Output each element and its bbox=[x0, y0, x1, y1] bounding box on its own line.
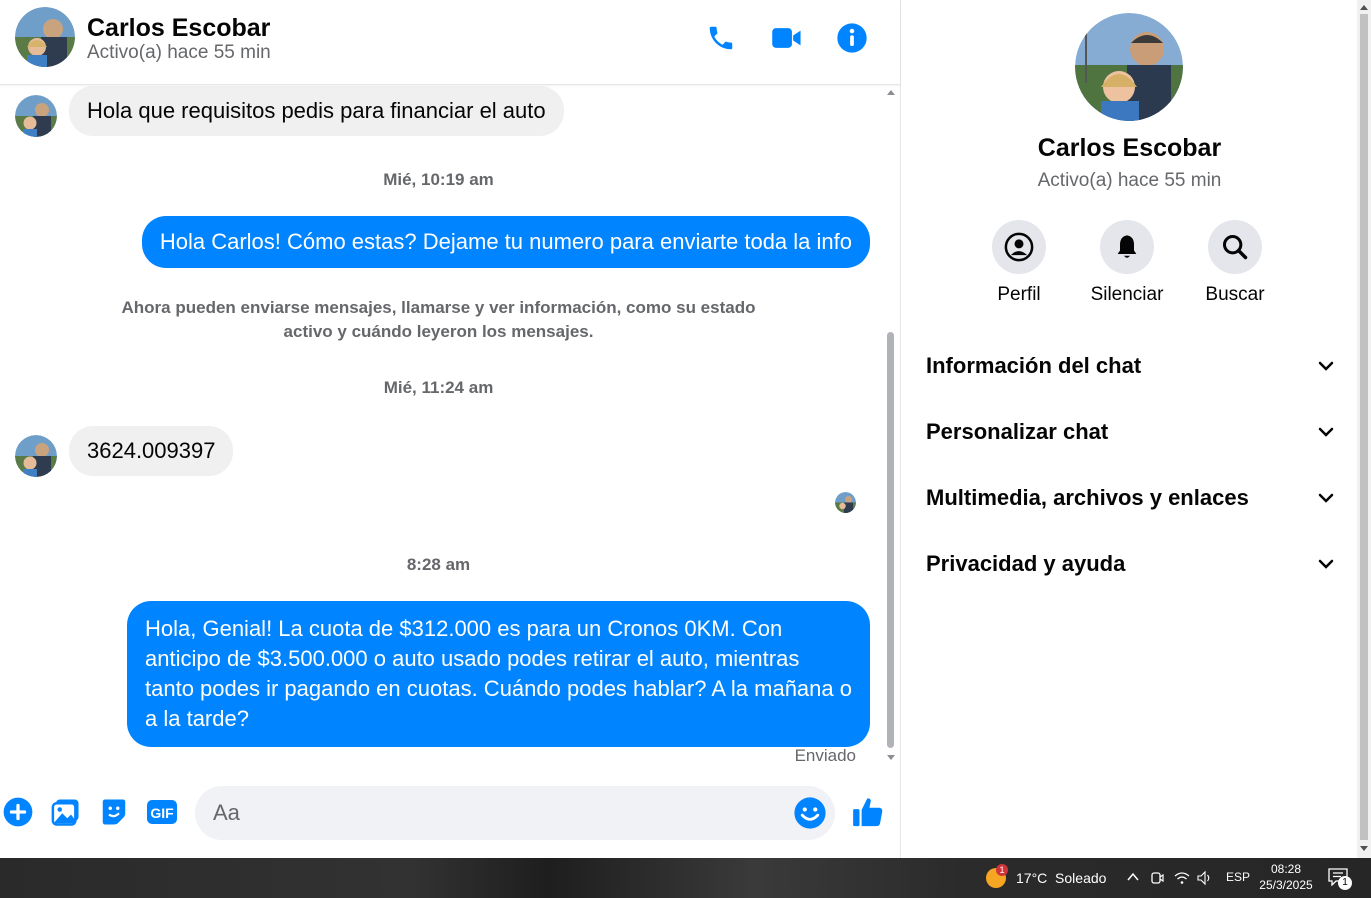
contact-avatar[interactable] bbox=[15, 7, 75, 67]
scroll-up-arrow-icon[interactable] bbox=[886, 88, 896, 96]
meet-now-button[interactable] bbox=[1150, 870, 1164, 886]
chat-header: Carlos Escobar Activo(a) hace 55 min bbox=[0, 0, 900, 85]
input-language[interactable]: ESP bbox=[1226, 870, 1250, 884]
weather-text: 17°C Soleado bbox=[1016, 870, 1107, 886]
like-button[interactable] bbox=[850, 794, 886, 830]
scroll-down-arrow-icon[interactable] bbox=[886, 754, 896, 762]
attach-image-button[interactable] bbox=[48, 794, 84, 830]
scroll-thumb[interactable] bbox=[1360, 14, 1368, 840]
info-icon bbox=[837, 23, 867, 53]
speaker-icon bbox=[1197, 870, 1210, 886]
sender-avatar[interactable] bbox=[15, 95, 57, 137]
outgoing-message[interactable]: Hola Carlos! Cómo estas? Dejame tu numer… bbox=[141, 216, 870, 268]
contact-status: Activo(a) hace 55 min bbox=[87, 42, 271, 63]
clock[interactable]: 08:28 25/3/2025 bbox=[1258, 861, 1314, 893]
chevron-up-icon bbox=[1127, 872, 1139, 881]
volume-button[interactable] bbox=[1197, 870, 1213, 886]
system-notice: Ahora pueden enviarse mensajes, llamarse… bbox=[121, 298, 756, 341]
message-timestamp: Mié, 11:24 am bbox=[383, 378, 494, 397]
sticker-button[interactable] bbox=[96, 794, 132, 830]
profile-action-label: Perfil bbox=[997, 284, 1041, 305]
scroll-thumb[interactable] bbox=[887, 332, 894, 748]
chat-info-section[interactable]: Información del chat bbox=[926, 341, 1336, 391]
section-label: Información del chat bbox=[926, 353, 1142, 378]
weather-widget[interactable]: 1 17°C Soleado bbox=[985, 864, 1107, 889]
mute-action-label: Silenciar bbox=[1090, 284, 1164, 305]
call-button[interactable] bbox=[703, 20, 739, 56]
wifi-icon bbox=[1174, 872, 1190, 884]
profile-action-button[interactable]: Perfil bbox=[974, 220, 1064, 306]
weather-badge: 1 bbox=[996, 864, 1008, 876]
search-action-label: Buscar bbox=[1205, 284, 1265, 305]
mute-action-button[interactable]: Silenciar bbox=[1082, 220, 1172, 306]
message-input[interactable] bbox=[213, 796, 773, 830]
scroll-up-arrow-icon[interactable] bbox=[1360, 3, 1368, 11]
search-icon bbox=[1222, 234, 1248, 260]
seen-avatar bbox=[835, 492, 856, 513]
notification-count: 1 bbox=[1338, 876, 1352, 890]
chat-info-button[interactable] bbox=[834, 20, 870, 56]
conversation-info-panel: Carlos Escobar Activo(a) hace 55 min Per… bbox=[902, 0, 1357, 858]
scroll-down-arrow-icon[interactable] bbox=[1360, 845, 1368, 853]
incoming-message[interactable]: 3624.009397 bbox=[69, 426, 234, 476]
gif-icon: GIF bbox=[147, 800, 177, 824]
smiley-icon bbox=[794, 797, 826, 829]
page-scrollbar[interactable] bbox=[1357, 0, 1371, 858]
bell-icon bbox=[1117, 235, 1137, 258]
phone-icon bbox=[709, 26, 733, 50]
emoji-button[interactable] bbox=[793, 796, 827, 830]
chevron-down-icon bbox=[1318, 427, 1334, 437]
network-button[interactable] bbox=[1174, 870, 1190, 886]
contact-profile-photo[interactable] bbox=[1075, 13, 1183, 121]
clock-time: 08:28 bbox=[1270, 862, 1302, 876]
profile-icon bbox=[1004, 232, 1034, 262]
video-camera-icon bbox=[772, 28, 801, 48]
contact-name[interactable]: Carlos Escobar bbox=[87, 14, 270, 43]
notifications-button[interactable]: 1 bbox=[1328, 868, 1352, 890]
windows-taskbar: 1 17°C Soleado ESP 08:28 25/3/2025 1 bbox=[0, 858, 1371, 898]
profile-status: Activo(a) hace 55 min bbox=[1037, 170, 1222, 191]
chat-window: Carlos Escobar Activo(a) hace 55 min Hol… bbox=[0, 0, 901, 858]
gif-label: GIF bbox=[150, 805, 174, 821]
sticker-icon bbox=[102, 799, 126, 825]
camera-icon bbox=[1151, 872, 1164, 884]
message-input-container[interactable] bbox=[195, 786, 835, 840]
thumbs-up-icon bbox=[853, 798, 883, 827]
show-hidden-icons-button[interactable] bbox=[1126, 870, 1140, 884]
message-composer: GIF bbox=[0, 772, 900, 858]
sent-receipt: Enviado bbox=[794, 746, 856, 765]
outgoing-message[interactable]: Hola, Genial! La cuota de $312.000 es pa… bbox=[127, 601, 870, 747]
customize-chat-section[interactable]: Personalizar chat bbox=[926, 407, 1336, 457]
message-timestamp: Mié, 10:19 am bbox=[383, 170, 494, 189]
privacy-support-section[interactable]: Privacidad y ayuda bbox=[926, 539, 1336, 589]
message-timestamp: 8:28 am bbox=[406, 555, 471, 574]
clock-date: 25/3/2025 bbox=[1259, 878, 1313, 892]
profile-name: Carlos Escobar bbox=[1037, 134, 1222, 162]
chat-scrollbar[interactable] bbox=[885, 86, 897, 772]
gif-button[interactable]: GIF bbox=[144, 794, 180, 830]
chevron-down-icon bbox=[1318, 493, 1334, 503]
incoming-message[interactable]: Hola que requisitos pedis para financiar… bbox=[69, 86, 564, 136]
plus-icon bbox=[3, 797, 33, 827]
more-actions-button[interactable] bbox=[0, 794, 36, 830]
section-label: Privacidad y ayuda bbox=[926, 551, 1126, 576]
search-action-button[interactable]: Buscar bbox=[1190, 220, 1280, 306]
section-label: Multimedia, archivos y enlaces bbox=[926, 485, 1249, 510]
image-icon bbox=[51, 799, 79, 826]
chevron-down-icon bbox=[1318, 559, 1334, 569]
sender-avatar[interactable] bbox=[15, 435, 57, 477]
message-list[interactable]: Hola que requisitos pedis para financiar… bbox=[0, 86, 885, 772]
section-label: Personalizar chat bbox=[926, 419, 1109, 444]
media-files-links-section[interactable]: Multimedia, archivos y enlaces bbox=[926, 473, 1336, 523]
video-call-button[interactable] bbox=[769, 20, 805, 56]
chevron-down-icon bbox=[1318, 361, 1334, 371]
